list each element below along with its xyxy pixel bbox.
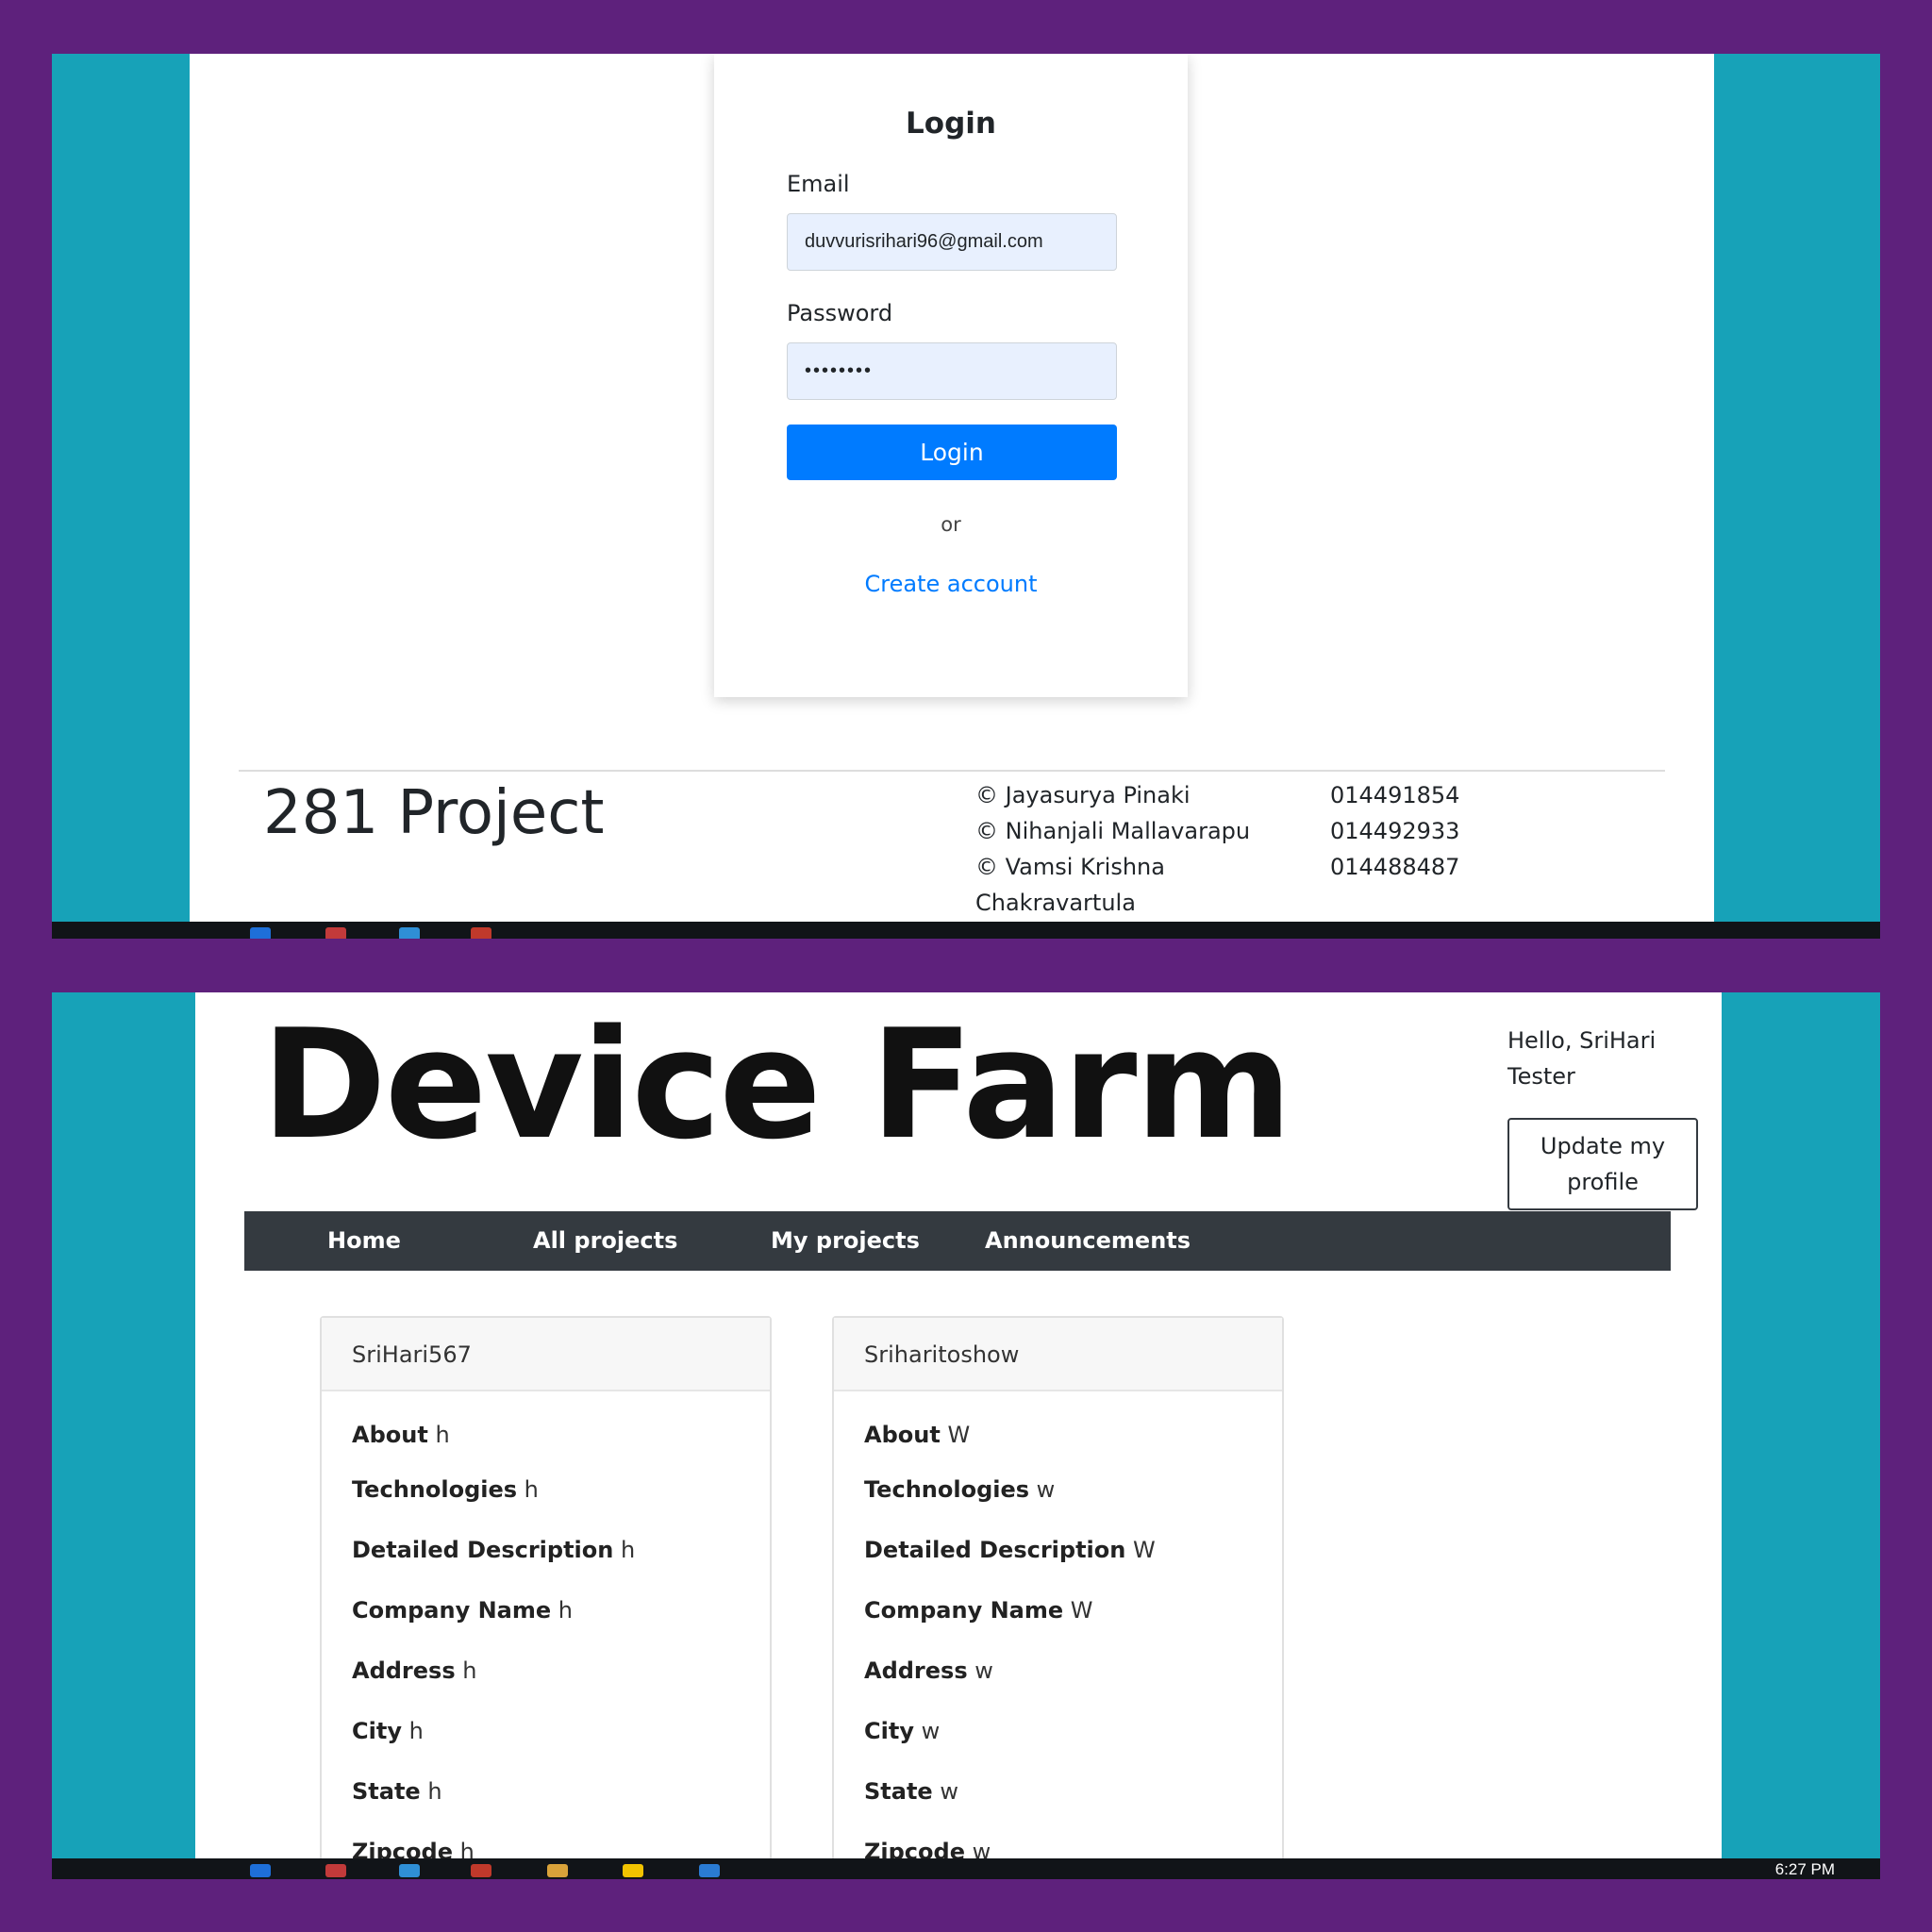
student-id-3: 014488487 <box>1330 854 1460 880</box>
author-3: © Vamsi Krishna <box>975 854 1165 880</box>
email-label: Email <box>787 171 850 197</box>
project-name: SriHari567 <box>322 1318 770 1391</box>
footer-project-title: 281 Project <box>263 778 605 848</box>
app-icon[interactable] <box>325 927 346 939</box>
project-field: Detailed Description h <box>352 1537 636 1563</box>
student-id-2: 014492933 <box>1330 818 1460 844</box>
project-field: State h <box>352 1778 442 1805</box>
project-field: Company Name h <box>352 1597 573 1624</box>
project-field: About W <box>864 1422 971 1448</box>
login-screenshot: Login Email Password Login or Create acc… <box>52 54 1880 939</box>
nav-home[interactable]: Home <box>327 1211 401 1271</box>
app-icon[interactable] <box>325 1864 346 1877</box>
project-field: Technologies h <box>352 1476 539 1503</box>
chrome-icon[interactable] <box>471 1864 491 1877</box>
project-field: City w <box>864 1718 941 1744</box>
dashboard-page: Device Farm Hello, SriHari Tester Update… <box>195 992 1722 1860</box>
login-card: Login Email Password Login or Create acc… <box>714 54 1188 697</box>
login-title: Login <box>906 107 996 141</box>
project-field: Zipcode w <box>864 1839 991 1860</box>
nav-my-projects[interactable]: My projects <box>771 1211 920 1271</box>
brand-title: Device Farm <box>261 996 1292 1173</box>
project-field: Company Name W <box>864 1597 1093 1624</box>
project-field: City h <box>352 1718 424 1744</box>
sticky-notes-icon[interactable] <box>623 1864 643 1877</box>
project-field: Address w <box>864 1657 993 1684</box>
taskbar: 6:27 PM <box>52 1858 1880 1879</box>
footer-divider <box>239 770 1665 772</box>
login-page: Login Email Password Login or Create acc… <box>190 54 1714 922</box>
chrome-icon[interactable] <box>471 927 491 939</box>
student-id-1: 014491854 <box>1330 782 1460 808</box>
edge-icon[interactable] <box>250 927 271 939</box>
footer-authors: © Jayasurya Pinaki © Nihanjali Mallavara… <box>975 777 1277 921</box>
nav-all-projects[interactable]: All projects <box>533 1211 677 1271</box>
project-card[interactable]: Sriharitoshow About W Technologies w Det… <box>832 1316 1284 1860</box>
folder-icon[interactable] <box>547 1864 568 1877</box>
update-profile-button[interactable]: Update my profile <box>1507 1118 1698 1210</box>
email-field[interactable] <box>787 213 1117 271</box>
user-role: Tester <box>1507 1063 1575 1090</box>
or-divider-text: or <box>941 513 961 536</box>
update-profile-label-1: Update my <box>1540 1133 1666 1159</box>
store-icon[interactable] <box>399 927 420 939</box>
project-field: About h <box>352 1422 450 1448</box>
edge-icon[interactable] <box>250 1864 271 1877</box>
project-name: Sriharitoshow <box>834 1318 1282 1391</box>
project-card[interactable]: SriHari567 About h Technologies h Detail… <box>320 1316 772 1860</box>
login-button[interactable]: Login <box>787 425 1117 480</box>
footer-student-ids: 014491854 014492933 014488487 <box>1330 777 1519 885</box>
project-field: Detailed Description W <box>864 1537 1156 1563</box>
project-field: Technologies w <box>864 1476 1056 1503</box>
project-field: Address h <box>352 1657 477 1684</box>
user-greeting: Hello, SriHari Tester <box>1507 1023 1668 1094</box>
password-field[interactable] <box>787 342 1117 400</box>
main-navbar: Home All projects My projects Announceme… <box>244 1211 1671 1271</box>
author-3-surname: Chakravartula <box>975 890 1136 916</box>
store-icon[interactable] <box>399 1864 420 1877</box>
greeting-line: Hello, SriHari <box>1507 1027 1657 1054</box>
author-1: © Jayasurya Pinaki <box>975 782 1191 808</box>
project-field: Zipcode h <box>352 1839 475 1860</box>
password-label: Password <box>787 300 893 326</box>
project-field: State w <box>864 1778 958 1805</box>
update-profile-label-2: profile <box>1567 1169 1639 1195</box>
vscode-icon[interactable] <box>699 1864 720 1877</box>
nav-announcements[interactable]: Announcements <box>985 1211 1191 1271</box>
author-2: © Nihanjali Mallavarapu <box>975 818 1251 844</box>
taskbar <box>52 922 1880 939</box>
create-account-link[interactable]: Create account <box>714 571 1188 597</box>
clock[interactable]: 6:27 PM <box>1775 1860 1835 1879</box>
dashboard-screenshot: Device Farm Hello, SriHari Tester Update… <box>52 992 1880 1879</box>
